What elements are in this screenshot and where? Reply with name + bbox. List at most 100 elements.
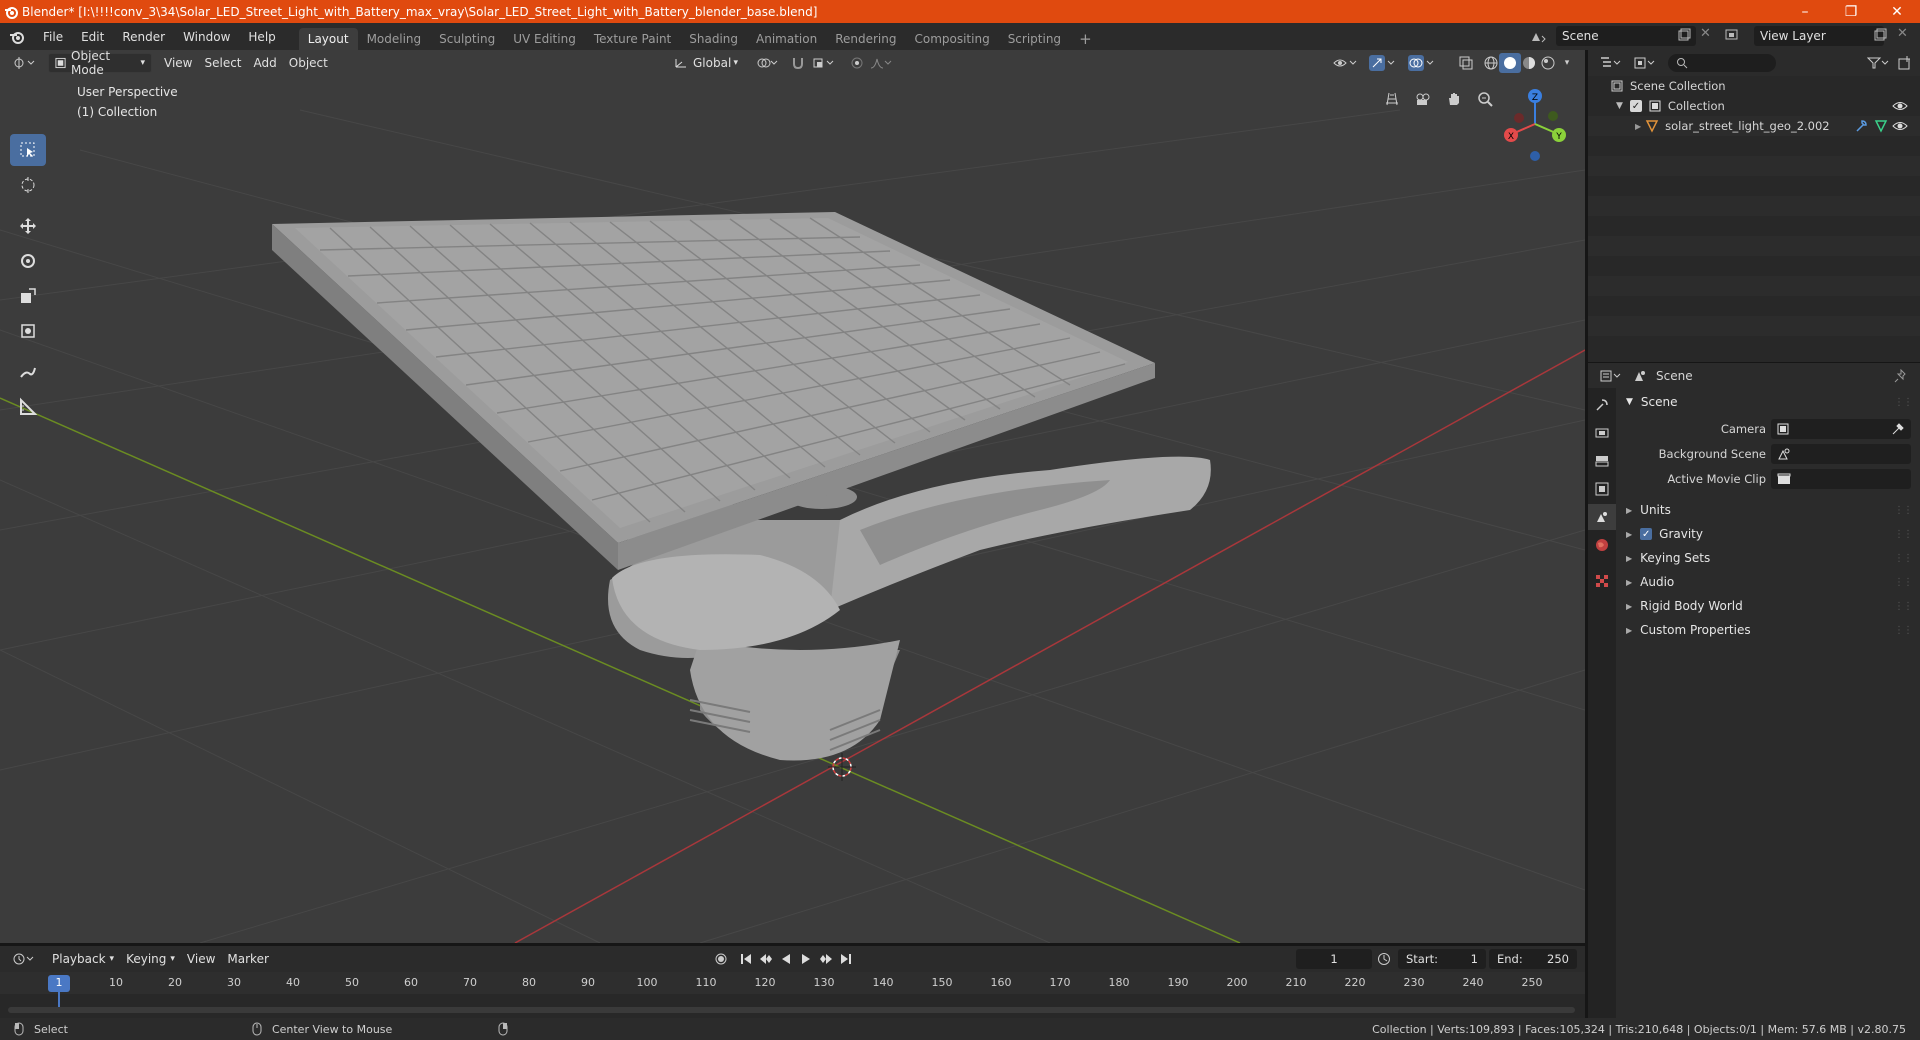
tab-render-icon[interactable]	[1588, 420, 1616, 446]
jump-to-end-icon[interactable]	[836, 949, 856, 969]
collection-exclude-checkbox[interactable]: ✓	[1629, 100, 1642, 112]
tab-world-icon[interactable]	[1588, 532, 1616, 558]
object-eye-icon[interactable]	[1892, 120, 1908, 132]
start-frame-field[interactable]: Start: 1	[1398, 949, 1486, 969]
workspace-tab-modeling[interactable]: Modeling	[358, 28, 431, 50]
snap-magnet-icon[interactable]	[787, 53, 809, 73]
pin-icon[interactable]	[1894, 368, 1908, 383]
tab-scene-icon[interactable]	[1588, 504, 1616, 530]
tab-texture-icon[interactable]	[1588, 568, 1616, 594]
custom-properties-panel-header[interactable]: ▶ Custom Properties ⋮⋮	[1616, 618, 1920, 642]
expand-triangle-icon[interactable]: ▶	[1635, 122, 1641, 131]
units-panel-header[interactable]: ▶ Units ⋮⋮	[1616, 498, 1920, 522]
units-drag-handle-icon[interactable]: ⋮⋮	[1894, 505, 1913, 516]
record-button-icon[interactable]	[712, 949, 730, 969]
frame-ruler[interactable]: 1 10 20 30 40 50 60 70 80 90 100 110 120 130 140 150 160…	[0, 972, 1585, 994]
collapse-triangle-icon[interactable]: ▼	[1616, 101, 1623, 111]
menu-render[interactable]: Render	[113, 23, 174, 50]
workspace-tab-compositing[interactable]: Compositing	[905, 28, 998, 50]
timeline-menu-marker[interactable]: Marker	[221, 949, 274, 969]
menu-help[interactable]: Help	[239, 23, 284, 50]
workspace-tab-layout[interactable]: Layout	[298, 28, 358, 50]
menu-file[interactable]: File	[34, 23, 72, 50]
jump-to-keyframe-back-icon[interactable]	[756, 949, 776, 969]
zoom-view-icon[interactable]	[1472, 86, 1498, 112]
mesh-data-icon[interactable]	[1874, 119, 1888, 133]
proportional-edit-icon[interactable]	[846, 53, 868, 73]
view-layer-browse-icon[interactable]	[1722, 27, 1752, 47]
play-reverse-icon[interactable]	[776, 949, 796, 969]
rigid-body-drag-handle-icon[interactable]: ⋮⋮	[1894, 601, 1913, 612]
play-icon[interactable]	[796, 949, 816, 969]
keying-sets-drag-handle-icon[interactable]: ⋮⋮	[1894, 553, 1913, 564]
properties-editor-type-icon[interactable]	[1596, 366, 1626, 386]
timeline-editor-type-icon[interactable]	[8, 949, 40, 969]
tab-output-icon[interactable]	[1588, 448, 1616, 474]
gravity-checkbox[interactable]: ✓	[1640, 528, 1653, 540]
camera-view-icon[interactable]	[1410, 86, 1436, 112]
scene-selector[interactable]: Scene	[1556, 26, 1696, 46]
workspace-tab-scripting[interactable]: Scripting	[999, 28, 1070, 50]
keying-sets-panel-header[interactable]: ▶ Keying Sets ⋮⋮	[1616, 546, 1920, 570]
viewport-menu-select[interactable]: Select	[198, 53, 247, 73]
3d-viewport[interactable]: User Perspective (1) Collection Z X Y	[0, 50, 1585, 943]
remove-view-layer-icon[interactable]: ✕	[1897, 26, 1908, 41]
preview-range-clock-icon[interactable]	[1373, 949, 1395, 969]
transform-tool-icon[interactable]	[10, 315, 46, 347]
jump-to-start-icon[interactable]	[736, 949, 756, 969]
area-divider[interactable]	[1585, 50, 1588, 1018]
scale-tool-icon[interactable]	[10, 280, 46, 312]
pivot-point-icon[interactable]	[752, 53, 782, 73]
audio-panel-header[interactable]: ▶ Audio ⋮⋮	[1616, 570, 1920, 594]
view-layer-selector[interactable]: View Layer	[1754, 26, 1884, 46]
timeline-menu-keying[interactable]: Keying ▾	[120, 949, 181, 969]
scene-panel-header[interactable]: ▼ Scene ⋮⋮	[1616, 390, 1920, 414]
background-scene-field[interactable]	[1771, 444, 1911, 464]
timeline-area[interactable]: 1 10 20 30 40 50 60 70 80 90 100 110 120 130 140 150 160…	[0, 972, 1585, 1018]
rotate-tool-icon[interactable]	[10, 245, 46, 277]
scene-browse-icon[interactable]	[1524, 27, 1554, 47]
move-tool-icon[interactable]	[10, 210, 46, 242]
transform-orientation-selector[interactable]: Global ▾	[668, 53, 744, 73]
outliner-row-scene-collection[interactable]: Scene Collection	[1588, 76, 1920, 96]
current-frame-field[interactable]: 1	[1296, 949, 1372, 969]
outliner-editor-type-icon[interactable]	[1596, 53, 1626, 73]
viewport-menu-object[interactable]: Object	[283, 53, 334, 73]
toggle-ortho-icon[interactable]	[1379, 86, 1405, 112]
viewport-menu-view[interactable]: View	[158, 53, 198, 73]
maximize-button[interactable]: ❐	[1828, 0, 1874, 23]
gizmo-toggle-icon[interactable]	[1366, 53, 1398, 73]
timeline-menu-view[interactable]: View	[181, 949, 221, 969]
mode-selector[interactable]: Object Mode ▾	[48, 49, 152, 77]
outliner-row-collection[interactable]: ▼ ✓ Collection	[1588, 96, 1920, 116]
jump-to-keyframe-forward-icon[interactable]	[816, 949, 836, 969]
eyedropper-icon[interactable]	[1891, 422, 1905, 436]
collection-eye-icon[interactable]	[1892, 100, 1908, 112]
snap-target-icon[interactable]	[808, 53, 838, 73]
pan-view-hand-icon[interactable]	[1441, 86, 1467, 112]
camera-field[interactable]	[1771, 419, 1911, 439]
audio-drag-handle-icon[interactable]: ⋮⋮	[1894, 577, 1913, 588]
rigid-body-world-panel-header[interactable]: ▶ Rigid Body World ⋮⋮	[1616, 594, 1920, 618]
measure-tool-icon[interactable]	[10, 391, 46, 423]
outliner-row-object[interactable]: ▶ solar_street_light_geo_2.002	[1588, 116, 1920, 136]
add-workspace-button[interactable]: +	[1070, 28, 1101, 50]
annotate-tool-icon[interactable]	[10, 356, 46, 388]
modifier-wrench-icon[interactable]	[1854, 119, 1868, 133]
custom-properties-drag-handle-icon[interactable]: ⋮⋮	[1894, 625, 1913, 636]
viewport-menu-add[interactable]: Add	[248, 53, 283, 73]
tab-view-layer-icon[interactable]	[1588, 476, 1616, 502]
xray-toggle-icon[interactable]	[1455, 53, 1477, 73]
cursor-tool-icon[interactable]	[10, 169, 46, 201]
gravity-panel-header[interactable]: ▶ ✓ Gravity ⋮⋮	[1616, 522, 1920, 546]
close-button[interactable]: ✕	[1874, 0, 1920, 23]
workspace-tab-sculpting[interactable]: Sculpting	[430, 28, 504, 50]
navigation-gizmo[interactable]: Z X Y	[1498, 86, 1574, 166]
editor-type-icon[interactable]	[8, 53, 42, 73]
falloff-curve-icon[interactable]	[866, 53, 896, 73]
new-scene-icon[interactable]	[1677, 28, 1693, 44]
timeline-scrollbar[interactable]	[8, 1007, 1575, 1013]
end-frame-field[interactable]: End: 250	[1489, 949, 1577, 969]
drag-handle-icon[interactable]: ⋮⋮	[1894, 397, 1913, 408]
menu-window[interactable]: Window	[174, 23, 239, 50]
